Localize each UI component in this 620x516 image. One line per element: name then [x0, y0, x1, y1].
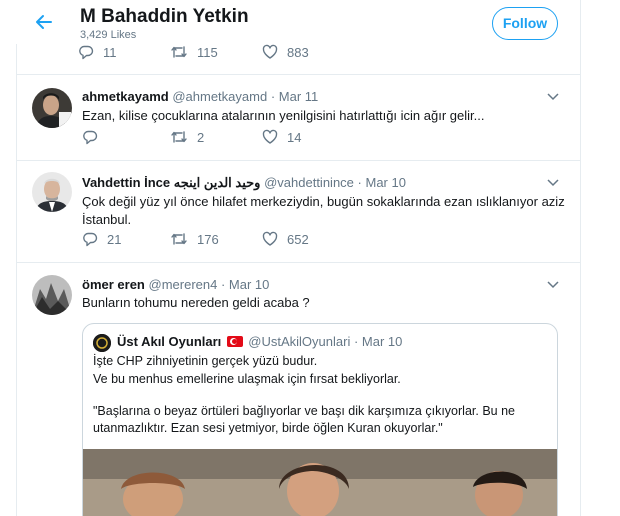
author-handle[interactable]: @mereren4 — [149, 277, 218, 292]
timeline-left-border — [16, 0, 17, 516]
like-button[interactable]: 14 — [262, 129, 301, 145]
reply-icon — [79, 45, 94, 60]
avatar[interactable] — [32, 275, 72, 315]
tweet-actions: 21 176 652 — [82, 231, 382, 251]
author-name[interactable]: Vahdettin İnce وحيد الدين اينجه — [82, 175, 260, 190]
tweet-text: Bunların tohumu nereden geldi acaba ? — [82, 295, 310, 310]
author-handle[interactable]: @vahdettinince — [264, 175, 354, 190]
retweet-count: 115 — [197, 44, 218, 60]
reply-button[interactable]: 21 — [82, 231, 121, 247]
retweet-count: 2 — [197, 129, 205, 145]
reply-icon — [83, 130, 98, 145]
quoted-author-handle: @UstAkilOyunlari — [248, 334, 351, 349]
like-button[interactable]: 883 — [262, 44, 309, 60]
reply-button[interactable]: 11 — [78, 44, 117, 60]
tweet-header: Vahdettin İnce وحيد الدين اينجه @vahdett… — [82, 175, 406, 190]
reply-button[interactable] — [82, 129, 107, 145]
quoted-media-image[interactable] — [83, 449, 557, 516]
author-handle[interactable]: @ahmetkayamd — [172, 89, 267, 104]
like-button[interactable]: 652 — [262, 231, 309, 247]
quoted-text-line: utanmazlıktır. Ezan sesi yetmiyor, birde… — [93, 421, 443, 435]
like-count: 652 — [287, 231, 309, 247]
tweet-date[interactable]: Mar 10 — [229, 277, 269, 292]
tweet-header: ömer eren @mereren4 · Mar 10 — [82, 277, 270, 292]
chevron-down-icon[interactable] — [547, 93, 559, 101]
avatar[interactable] — [32, 88, 72, 128]
tweet-actions: 11 115 883 — [78, 44, 378, 64]
retweet-count: 176 — [197, 231, 219, 247]
follow-button[interactable]: Follow — [492, 7, 558, 40]
retweet-icon — [171, 131, 187, 143]
avatar — [93, 334, 111, 352]
retweet-icon — [171, 46, 187, 58]
retweet-button[interactable]: 2 — [170, 129, 204, 145]
chevron-down-icon[interactable] — [547, 281, 559, 289]
tweet-actions: 2 14 — [82, 129, 382, 149]
tweet-divider — [16, 160, 580, 161]
quoted-tweet-date: Mar 10 — [361, 334, 403, 349]
tweet-date[interactable]: Mar 11 — [279, 89, 319, 104]
like-icon — [262, 231, 278, 246]
quoted-text-line: Ve bu menhus emellerine ulaşmak için fır… — [93, 372, 401, 386]
like-icon — [262, 129, 278, 144]
retweet-button[interactable]: 115 — [170, 44, 218, 60]
tweet-text-line: İstanbul. — [82, 212, 132, 227]
quoted-text-line: İşte CHP zihniyetinin gerçek yüzü budur. — [93, 354, 318, 368]
author-name[interactable]: ömer eren — [82, 277, 145, 292]
reply-count: 21 — [107, 231, 122, 247]
like-count: 14 — [287, 129, 302, 145]
like-icon — [262, 44, 278, 59]
tweet-text: Ezan, kilise çocuklarına atalarının yeni… — [82, 108, 485, 123]
like-count: 883 — [287, 44, 309, 60]
avatar[interactable] — [32, 172, 72, 212]
quoted-tweet-header: Üst Akıl Oyunları @UstAkilOyunlari · Mar … — [117, 334, 403, 349]
chevron-down-icon[interactable] — [547, 179, 559, 187]
tweet-text-line: Çok değil yüz yıl önce hilafet merkeziyd… — [82, 194, 565, 209]
reply-icon — [83, 232, 98, 247]
back-arrow-icon[interactable] — [34, 12, 54, 32]
quoted-tweet[interactable]: Üst Akıl Oyunları @UstAkilOyunlari · Mar … — [82, 323, 558, 516]
tweet-date[interactable]: Mar 10 — [365, 175, 405, 190]
turkey-flag-icon — [227, 336, 244, 347]
tweet-header: ahmetkayamd @ahmetkayamd · Mar 11 — [82, 89, 319, 104]
quoted-author-name: Üst Akıl Oyunları — [117, 334, 222, 349]
quoted-text-line: "Başlarına o beyaz örtüleri bağlıyorlar … — [93, 404, 515, 418]
tweet-divider — [16, 262, 580, 263]
author-name[interactable]: ahmetkayamd — [82, 89, 169, 104]
likes-count: 3,429 Likes — [80, 29, 137, 41]
retweet-icon — [171, 233, 187, 245]
reply-count: 11 — [103, 44, 117, 60]
profile-name: M Bahaddin Yetkin — [80, 6, 249, 27]
tweet-divider — [16, 74, 580, 75]
timeline-right-border — [580, 0, 581, 516]
retweet-button[interactable]: 176 — [170, 231, 219, 247]
profile-header: M Bahaddin Yetkin 3,429 Likes Follow — [0, 0, 580, 44]
